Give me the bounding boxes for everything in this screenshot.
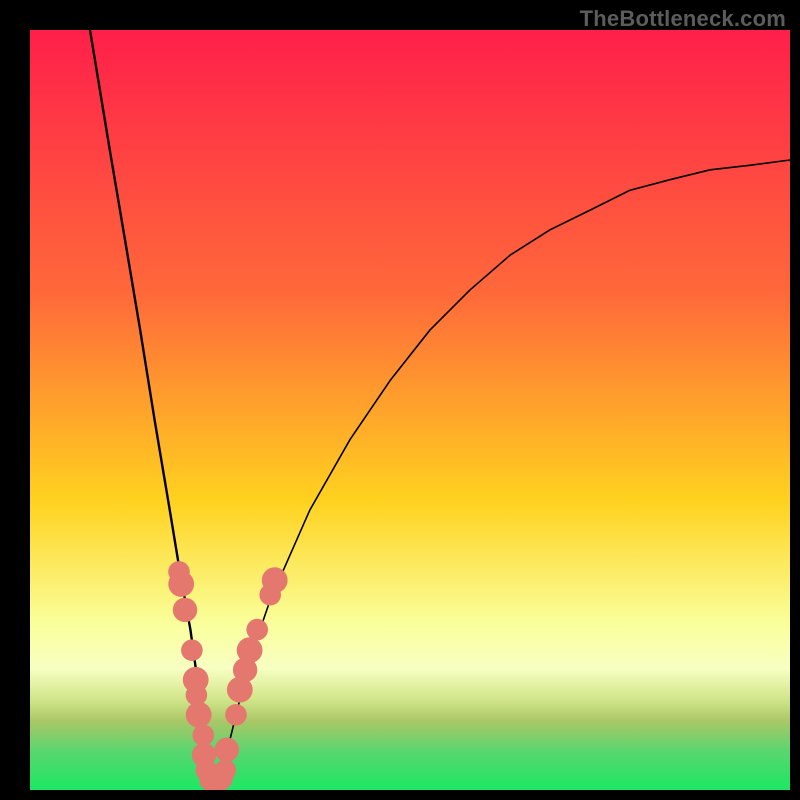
curve-layer (30, 30, 790, 790)
data-marker (215, 738, 239, 762)
data-marker (246, 619, 268, 641)
bottleneck-curve-right (210, 160, 790, 780)
data-marker (237, 637, 263, 663)
data-marker (225, 704, 247, 726)
data-marker (186, 702, 212, 728)
data-marker (173, 598, 197, 622)
data-marker (262, 567, 288, 593)
bottleneck-curve-left (90, 30, 220, 780)
plot-area (30, 30, 790, 790)
data-marker (168, 571, 194, 597)
data-marker (181, 639, 203, 661)
marker-group (168, 561, 287, 790)
stage: TheBottleneck.com (0, 0, 800, 800)
data-marker (215, 759, 237, 781)
watermark-text: TheBottleneck.com (580, 6, 786, 32)
